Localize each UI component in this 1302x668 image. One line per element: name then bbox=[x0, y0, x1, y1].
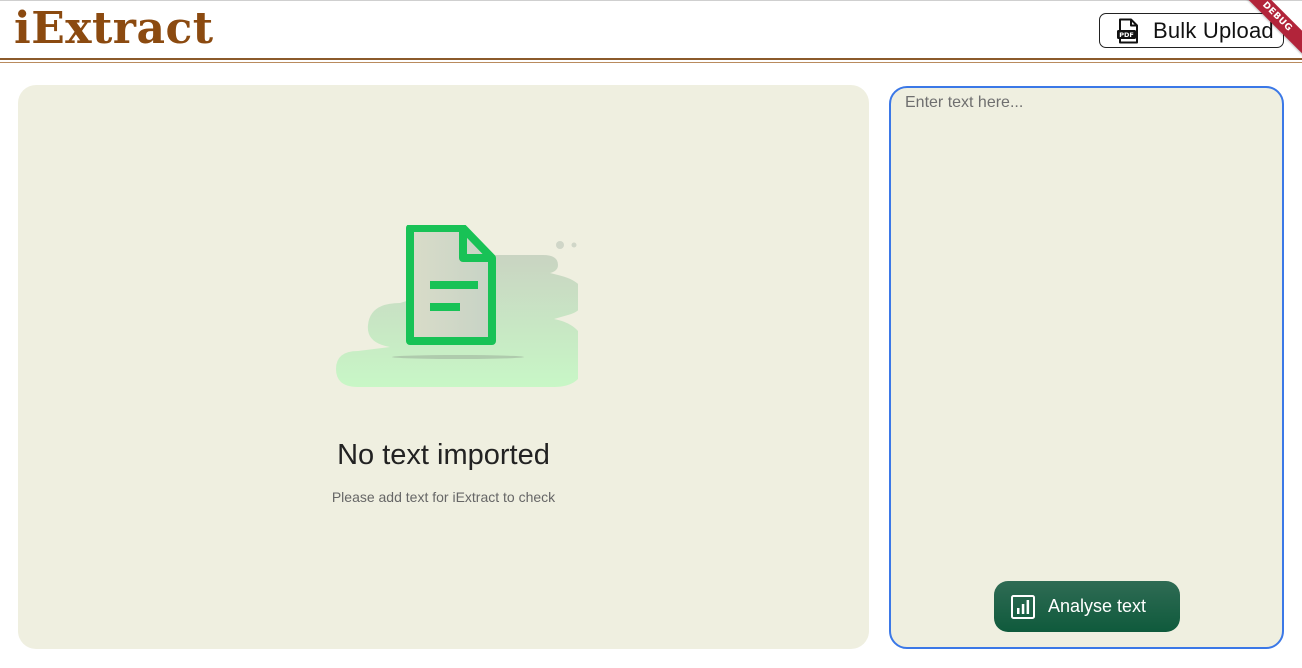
text-input[interactable] bbox=[903, 92, 1271, 572]
bulk-upload-button[interactable]: PDF Bulk Upload bbox=[1099, 13, 1284, 48]
text-entry-panel: Analyse text bbox=[889, 86, 1284, 649]
bulk-upload-label: Bulk Upload bbox=[1153, 17, 1274, 43]
bar-chart-icon bbox=[1011, 594, 1035, 619]
empty-state-title: No text imported bbox=[337, 439, 550, 471]
empty-state-subtitle: Please add text for iExtract to check bbox=[331, 489, 556, 505]
analyse-text-button[interactable]: Analyse text bbox=[994, 581, 1180, 632]
document-icon bbox=[336, 225, 578, 387]
svg-text:PDF: PDF bbox=[1119, 31, 1134, 39]
pdf-file-icon: PDF bbox=[1117, 18, 1138, 43]
empty-state-panel: No text imported Please add text for iEx… bbox=[18, 85, 869, 649]
app-logo: iExtract bbox=[14, 3, 214, 54]
analyse-text-label: Analyse text bbox=[1048, 596, 1147, 616]
header-divider-secondary bbox=[0, 62, 1302, 63]
header-divider bbox=[0, 58, 1302, 60]
app-header: iExtract PDF Bulk Upload DEBUG bbox=[0, 0, 1302, 62]
